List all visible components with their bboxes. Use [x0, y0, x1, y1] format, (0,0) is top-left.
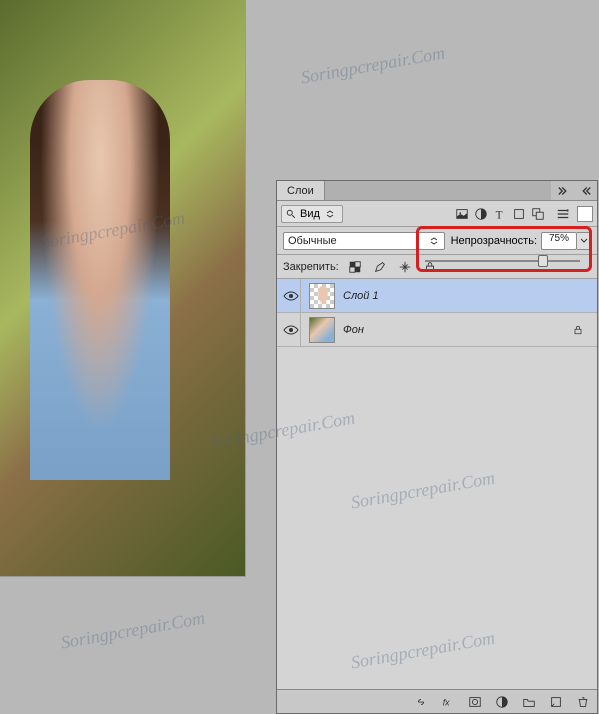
layer-item[interactable]: Слой 1 — [277, 279, 597, 313]
color-swatch[interactable] — [577, 206, 593, 222]
search-icon — [286, 209, 296, 219]
tab-controls — [551, 181, 597, 200]
lock-pixels-icon[interactable] — [372, 258, 389, 275]
filter-text-icon[interactable]: T — [491, 205, 508, 222]
filter-dropdown[interactable]: Вид — [281, 205, 343, 223]
blend-mode-value: Обычные — [288, 235, 337, 247]
delete-layer-icon[interactable] — [574, 693, 591, 710]
tab-layers[interactable]: Слои — [277, 181, 325, 200]
adjustment-layer-icon[interactable] — [493, 693, 510, 710]
canvas-area — [0, 0, 250, 714]
eye-icon — [283, 290, 299, 302]
slider-track — [425, 260, 580, 262]
chevron-down-icon — [580, 238, 588, 244]
link-layers-icon[interactable] — [412, 693, 429, 710]
filter-image-icon[interactable] — [453, 205, 470, 222]
layer-effects-icon[interactable]: fx — [439, 693, 456, 710]
layer-thumbnail[interactable] — [309, 283, 335, 309]
panel-footer: fx — [277, 689, 597, 713]
chevron-updown-icon — [324, 210, 336, 218]
layer-thumbnail[interactable] — [309, 317, 335, 343]
blend-mode-select[interactable]: Обычные — [283, 232, 445, 250]
filter-adjustment-icon[interactable] — [472, 205, 489, 222]
layer-lock-icon — [563, 324, 593, 336]
layer-name[interactable]: Слой 1 — [343, 290, 593, 302]
opacity-input[interactable]: 75% — [541, 232, 577, 250]
lock-label: Закрепить: — [283, 261, 339, 273]
panel-toolbar: Вид T — [277, 201, 597, 227]
svg-text:fx: fx — [442, 697, 449, 707]
watermark: Soringpcrepair.Com — [299, 42, 446, 88]
add-mask-icon[interactable] — [466, 693, 483, 710]
eye-icon — [283, 324, 299, 336]
opacity-group: Непрозрачность: 75% — [451, 232, 591, 250]
new-layer-icon[interactable] — [547, 693, 564, 710]
lock-position-icon[interactable] — [397, 258, 414, 275]
canvas-photo — [0, 0, 245, 576]
opacity-slider[interactable] — [425, 254, 580, 268]
slider-thumb[interactable] — [538, 255, 548, 267]
layer-name[interactable]: Фон — [343, 324, 555, 336]
tab-bar-spacer — [325, 181, 551, 200]
svg-text:T: T — [495, 209, 502, 221]
layer-visibility-toggle[interactable] — [281, 279, 301, 312]
image-document[interactable] — [0, 0, 246, 577]
blend-opacity-row: Обычные Непрозрачность: 75% — [277, 227, 597, 255]
opacity-dropdown-button[interactable] — [577, 232, 591, 250]
filter-smartobject-icon[interactable] — [529, 205, 546, 222]
layer-item[interactable]: Фон — [277, 313, 597, 347]
chevron-updown-icon — [428, 237, 440, 245]
layers-list: Слой 1 Фон — [277, 279, 597, 689]
collapse-left-icon[interactable] — [555, 182, 572, 199]
filter-label: Вид — [300, 208, 320, 220]
opacity-label: Непрозрачность: — [451, 235, 537, 247]
collapse-right-icon[interactable] — [576, 182, 593, 199]
layer-visibility-toggle[interactable] — [281, 313, 301, 346]
panel-tab-bar: Слои — [277, 181, 597, 201]
panel-menu-icon[interactable] — [554, 205, 571, 222]
lock-transparency-icon[interactable] — [347, 258, 364, 275]
group-icon[interactable] — [520, 693, 537, 710]
filter-shape-icon[interactable] — [510, 205, 527, 222]
